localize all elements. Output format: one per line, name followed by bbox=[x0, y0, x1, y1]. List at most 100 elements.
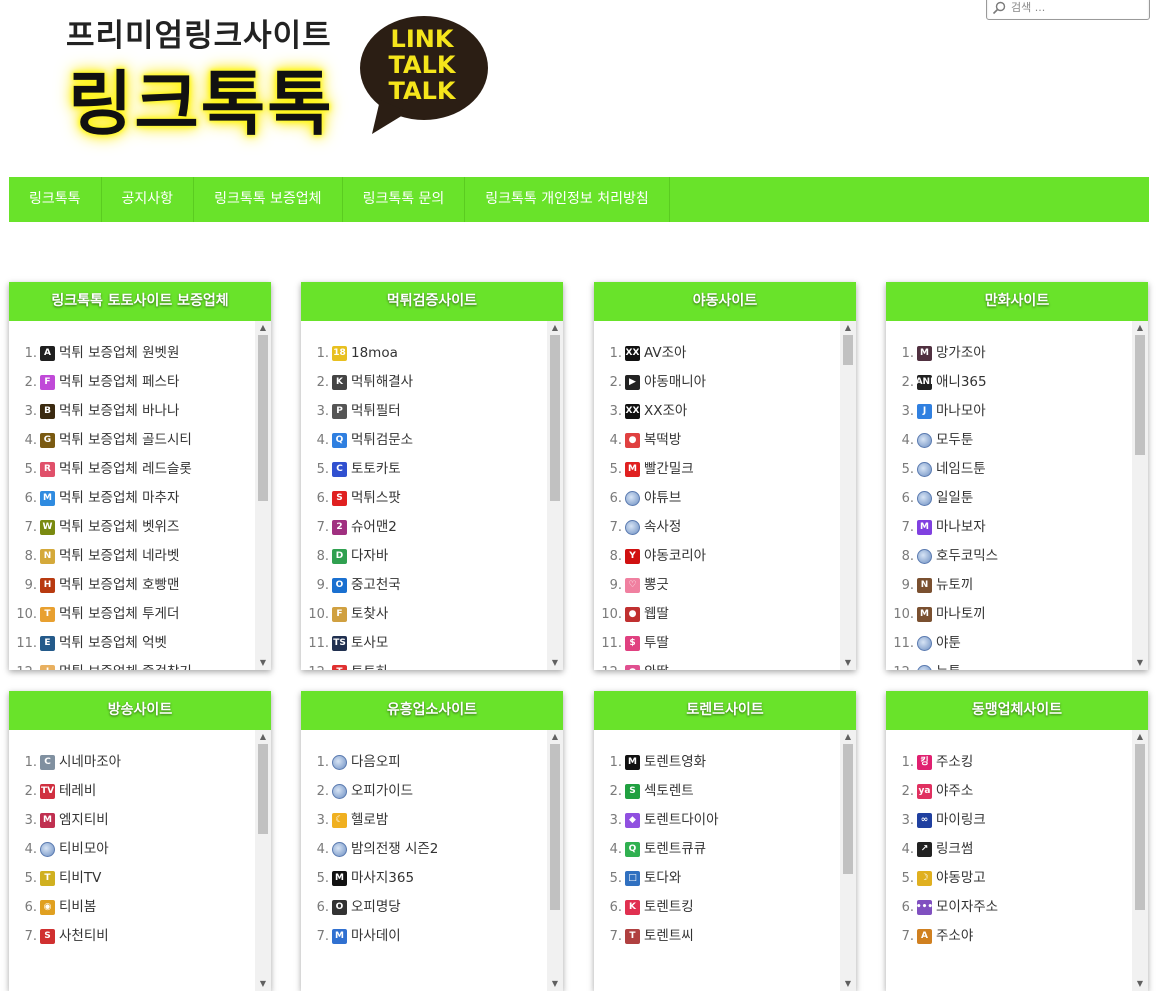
search-box[interactable] bbox=[986, 0, 1150, 20]
list-item[interactable]: 1. M 망가조아 bbox=[886, 339, 1148, 368]
item-link[interactable]: 마사지365 bbox=[351, 864, 414, 893]
list-item[interactable]: 5. C 토토카토 bbox=[301, 455, 563, 484]
item-link[interactable]: 빨간밀크 bbox=[644, 455, 694, 484]
list-item[interactable]: 9. N 뉴토끼 bbox=[886, 571, 1148, 600]
item-link[interactable]: 링크썸 bbox=[936, 835, 973, 864]
scroll-thumb[interactable] bbox=[1135, 744, 1145, 910]
list-item[interactable]: 11. TS 토사모 bbox=[301, 629, 563, 658]
item-link[interactable]: 토토하 bbox=[351, 658, 388, 670]
site-logo[interactable]: 프리미엄링크사이트 링크톡톡 LINK TALK TALK bbox=[60, 8, 500, 145]
item-link[interactable]: 먹튀 보증업체 호빵맨 bbox=[59, 571, 179, 600]
item-link[interactable]: 토토카토 bbox=[351, 455, 401, 484]
item-link[interactable]: 모이자주소 bbox=[936, 893, 998, 922]
item-link[interactable]: 섹토렌트 bbox=[644, 777, 694, 806]
item-link[interactable]: 야튜브 bbox=[644, 484, 681, 513]
item-link[interactable]: 토찾사 bbox=[351, 600, 388, 629]
item-link[interactable]: 먹튀검문소 bbox=[351, 426, 413, 455]
item-link[interactable]: 시네마조아 bbox=[59, 748, 121, 777]
list-item[interactable]: 1. C 시네마조아 bbox=[9, 748, 271, 777]
item-link[interactable]: 토사모 bbox=[351, 629, 388, 658]
list-item[interactable]: 6. 일일툰 bbox=[886, 484, 1148, 513]
item-link[interactable]: 티비모아 bbox=[59, 835, 109, 864]
list-item[interactable]: 5. R 먹튀 보증업체 레드슬롯 bbox=[9, 455, 271, 484]
item-link[interactable]: 주소킹 bbox=[936, 748, 973, 777]
list-item[interactable]: 12.J 먹튀 보증업체 줄걸찾기 bbox=[9, 658, 271, 670]
item-link[interactable]: 마이링크 bbox=[936, 806, 986, 835]
item-link[interactable]: 슈어맨2 bbox=[351, 513, 397, 542]
scroll-thumb[interactable] bbox=[550, 335, 560, 501]
item-link[interactable]: 투딸 bbox=[644, 629, 669, 658]
list-item[interactable]: 9. ♡ 뽕긋 bbox=[594, 571, 856, 600]
list-item[interactable]: 11. $ 투딸 bbox=[594, 629, 856, 658]
list-item[interactable]: 2. F 먹튀 보증업체 페스타 bbox=[9, 368, 271, 397]
list-item[interactable]: 7. M 마사데이 bbox=[301, 922, 563, 951]
item-link[interactable]: 먹튀해결사 bbox=[351, 368, 413, 397]
list-item[interactable]: 2. 오피가이드 bbox=[301, 777, 563, 806]
scroll-thumb[interactable] bbox=[843, 744, 853, 874]
scroll-up-icon[interactable]: ▲ bbox=[840, 730, 856, 744]
widget-list-panel[interactable]: 1. A 먹튀 보증업체 원벳원 2. F 먹튀 보증업체 페스타 3. B 먹튀 보증업체 바… bbox=[9, 321, 271, 670]
list-item[interactable]: 10. T 먹튀 보증업체 투게더 bbox=[9, 600, 271, 629]
list-item[interactable]: 8. 호두코믹스 bbox=[886, 542, 1148, 571]
item-link[interactable]: 주소야 bbox=[936, 922, 973, 951]
item-link[interactable]: 토렌트다이아 bbox=[644, 806, 719, 835]
item-link[interactable]: 엠지티비 bbox=[59, 806, 109, 835]
list-item[interactable]: 6. ◉ 티비봄 bbox=[9, 893, 271, 922]
list-item[interactable]: 11. E 먹튀 보증업체 억벳 bbox=[9, 629, 271, 658]
item-link[interactable]: 오피가이드 bbox=[351, 777, 413, 806]
item-link[interactable]: 호두코믹스 bbox=[936, 542, 998, 571]
list-item[interactable]: 5. □ 토다와 bbox=[594, 864, 856, 893]
list-item[interactable]: 12.● 와딸 bbox=[594, 658, 856, 670]
scroll-up-icon[interactable]: ▲ bbox=[1132, 730, 1148, 744]
list-item[interactable]: 3. B 먹튀 보증업체 바나나 bbox=[9, 397, 271, 426]
list-item[interactable]: 2. S 섹토렌트 bbox=[594, 777, 856, 806]
list-item[interactable]: 7. T 토렌트씨 bbox=[594, 922, 856, 951]
scroll-down-icon[interactable]: ▼ bbox=[255, 977, 271, 991]
list-item[interactable]: 3. P 먹튀필터 bbox=[301, 397, 563, 426]
list-item[interactable]: 4. ↗ 링크썸 bbox=[886, 835, 1148, 864]
item-link[interactable]: 야주소 bbox=[936, 777, 973, 806]
item-link[interactable]: 밤의전쟁 시즌2 bbox=[351, 835, 438, 864]
list-item[interactable]: 5. M 마사지365 bbox=[301, 864, 563, 893]
list-item[interactable]: 8. D 다자바 bbox=[301, 542, 563, 571]
item-link[interactable]: 복떡방 bbox=[644, 426, 681, 455]
item-link[interactable]: 뉴툰 bbox=[936, 658, 961, 670]
scroll-up-icon[interactable]: ▲ bbox=[1132, 321, 1148, 335]
scroll-down-icon[interactable]: ▼ bbox=[547, 977, 563, 991]
list-item[interactable]: 3. ☾ 헬로밤 bbox=[301, 806, 563, 835]
list-item[interactable]: 1. 킹 주소킹 bbox=[886, 748, 1148, 777]
item-link[interactable]: 뉴토끼 bbox=[936, 571, 973, 600]
item-link[interactable]: 먹튀스팟 bbox=[351, 484, 401, 513]
list-item[interactable]: 6.••• 모이자주소 bbox=[886, 893, 1148, 922]
list-item[interactable]: 7. A 주소야 bbox=[886, 922, 1148, 951]
scroll-up-icon[interactable]: ▲ bbox=[255, 321, 271, 335]
list-item[interactable]: 7. S 사천티비 bbox=[9, 922, 271, 951]
list-item[interactable]: 10. ● 웹딸 bbox=[594, 600, 856, 629]
list-item[interactable]: 7. 2 슈어맨2 bbox=[301, 513, 563, 542]
list-item[interactable]: 1. M 토렌트영화 bbox=[594, 748, 856, 777]
widget-list-panel[interactable]: 1. 18 18moa 2. K 먹튀해결사 3. P 먹튀필터 4. Q 먹튀검문소 5. C 토토카토 6… bbox=[301, 321, 563, 670]
scroll-down-icon[interactable]: ▼ bbox=[547, 656, 563, 670]
list-item[interactable]: 4. ● 복떡방 bbox=[594, 426, 856, 455]
list-item[interactable]: 6. M 먹튀 보증업체 마추자 bbox=[9, 484, 271, 513]
nav-item-guaranteed[interactable]: 링크톡톡 보증업체 bbox=[194, 177, 343, 222]
list-item[interactable]: 4. Q 먹튀검문소 bbox=[301, 426, 563, 455]
item-link[interactable]: 토렌트영화 bbox=[644, 748, 706, 777]
list-item[interactable]: 4. 티비모아 bbox=[9, 835, 271, 864]
widget-list-panel[interactable]: 1. M 망가조아 2. ANI 애니365 3. J 마나모아 4. 모두툰 5. 네임드툰 6. 일일툰… bbox=[886, 321, 1148, 670]
item-link[interactable]: 속사정 bbox=[644, 513, 681, 542]
list-item[interactable]: 6. O 오피명당 bbox=[301, 893, 563, 922]
item-link[interactable]: 네임드툰 bbox=[936, 455, 986, 484]
item-link[interactable]: 뽕긋 bbox=[644, 571, 669, 600]
list-item[interactable]: 5. ☽ 야동망고 bbox=[886, 864, 1148, 893]
item-link[interactable]: 야동코리아 bbox=[644, 542, 706, 571]
scrollbar[interactable]: ▲ ▼ bbox=[840, 321, 856, 670]
list-item[interactable]: 4. 모두툰 bbox=[886, 426, 1148, 455]
list-item[interactable]: 12. 뉴툰 bbox=[886, 658, 1148, 670]
list-item[interactable]: 1. A 먹튀 보증업체 원벳원 bbox=[9, 339, 271, 368]
item-link[interactable]: 다자바 bbox=[351, 542, 388, 571]
list-item[interactable]: 1. 다음오피 bbox=[301, 748, 563, 777]
list-item[interactable]: 6. K 토렌트킹 bbox=[594, 893, 856, 922]
list-item[interactable]: 11. 야툰 bbox=[886, 629, 1148, 658]
list-item[interactable]: 8. N 먹튀 보증업체 네라벳 bbox=[9, 542, 271, 571]
